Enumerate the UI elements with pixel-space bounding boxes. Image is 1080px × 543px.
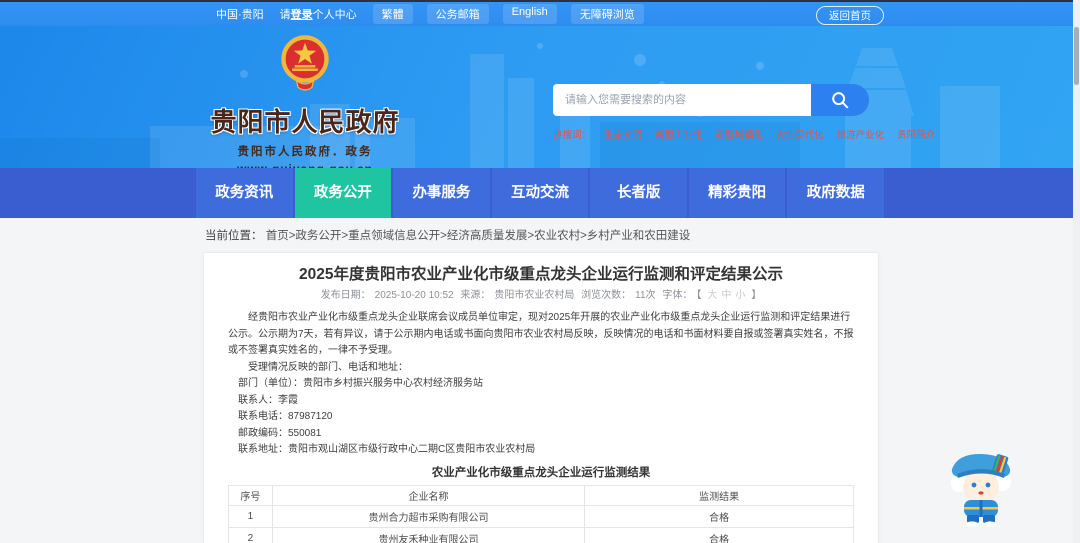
- font-size-open: 【: [696, 290, 702, 301]
- hot-search-link[interactable]: 生态文明: [604, 127, 642, 141]
- search-icon: [832, 92, 849, 109]
- search-input[interactable]: [553, 84, 811, 116]
- font-size-option[interactable]: 大: [707, 290, 717, 301]
- table-cell: 1: [228, 504, 273, 528]
- site-subtitle: 贵阳市人民政府．政务: [237, 146, 373, 158]
- hot-search-links: 生态文明 新型工业化 新型城镇化 农业现代化 旅游产业化 贵阳简介: [604, 127, 935, 141]
- search-button[interactable]: [811, 84, 869, 116]
- font-size-close: 】: [751, 290, 762, 301]
- hot-search-row: 热搜词： 生态文明 新型工业化 新型城镇化 农业现代化 旅游产业化 贵阳简介: [553, 127, 935, 141]
- top-bar-link[interactable]: 繁體: [372, 4, 413, 24]
- table-header-row: 序号 企业名称 监测结果: [228, 484, 854, 506]
- article-card: 2025年度贵阳市农业产业化市级重点龙头企业运行监测和评定结果公示 发布日期： 2…: [203, 252, 879, 543]
- article-paragraph: 联系人：李霞: [238, 394, 298, 406]
- region-link[interactable]: 中国·贵阳: [216, 6, 264, 22]
- views-value: 11次: [635, 290, 656, 301]
- article-paragraph: 经贵阳市农业产业化市级重点龙头企业联席会议成员单位审定，现对2025年开展的农业…: [228, 312, 854, 356]
- table-cell: 合格: [584, 526, 854, 543]
- nav-tab-3[interactable]: 办事服务: [393, 168, 490, 218]
- top-bar-pill-links: 繁體 公务邮箱 English 无障碍浏览: [372, 4, 644, 24]
- top-bar-link[interactable]: English: [502, 4, 557, 24]
- hot-search-link[interactable]: 旅游产业化: [837, 127, 885, 141]
- hot-search-link[interactable]: 农业现代化: [776, 127, 824, 141]
- assistant-mascot-icon[interactable]: [944, 447, 1018, 527]
- table-row: 1 贵州合力超市采购有限公司 合格: [228, 504, 854, 528]
- table-cell: 贵州合力超市采购有限公司: [271, 504, 586, 528]
- cityscape-decoration: [0, 43, 1000, 168]
- scrollbar-thumb[interactable]: [1074, 27, 1079, 85]
- article-paragraph: 联系地址：贵阳市观山湖区市级行政中心二期C区贵阳市农业农村局: [238, 444, 536, 455]
- article-paragraph: 受理情况反映的部门、电话和地址：: [248, 361, 408, 373]
- table-header-cell: 企业名称: [271, 484, 586, 506]
- table-header-cell: 序号: [228, 484, 273, 506]
- article-title: 2025年度贵阳市农业产业化市级重点龙头企业运行监测和评定结果公示: [299, 266, 783, 283]
- top-bar-links: 中国·贵阳 请登录个人中心 繁體 公务邮箱 English 无障碍浏览: [216, 4, 644, 24]
- top-utility-bar: 中国·贵阳 请登录个人中心 繁體 公务邮箱 English 无障碍浏览 返回首页: [0, 0, 1080, 26]
- table-cell: 2: [228, 526, 273, 543]
- top-bar-link[interactable]: 无障碍浏览: [570, 4, 644, 24]
- nav-tab-6[interactable]: 精彩贵阳: [688, 168, 786, 218]
- font-size-option[interactable]: 中: [721, 290, 731, 301]
- page-scrollbar[interactable]: [1073, 0, 1080, 543]
- breadcrumb-label: 当前位置：: [205, 230, 263, 242]
- hot-search-link[interactable]: 贵阳简介: [897, 127, 935, 141]
- article-paragraph: 部门（单位）：贵阳市乡村振兴服务中心农村经济服务站: [238, 378, 483, 389]
- font-size-links: 大中小: [705, 290, 747, 301]
- table-cell: 合格: [584, 504, 854, 528]
- nav-tab-5[interactable]: 长者版: [590, 168, 687, 218]
- back-home-button[interactable]: 返回首页: [816, 6, 884, 25]
- hot-search-link[interactable]: 新型城镇化: [716, 127, 764, 141]
- source-value: 贵阳市农业农村局: [494, 290, 575, 301]
- monitoring-result-table: 序号企业名称监测结果 1贵州合力超市采购有限公司合格2贵州友禾种业有限公司合格3…: [228, 484, 854, 543]
- font-size-option[interactable]: 小: [735, 290, 745, 301]
- table-row: 2 贵州友禾种业有限公司 合格: [228, 526, 854, 543]
- table-cell: 贵州友禾种业有限公司: [271, 526, 586, 543]
- article-meta: 发布日期： 2025-10-20 10:52 来源： 贵阳市农业农村局 浏览次数： 1…: [228, 290, 854, 302]
- top-bar-link[interactable]: 公务邮箱: [426, 4, 489, 24]
- site-logo-block[interactable]: 贵阳市人民政府 贵阳市人民政府．政务 www.guiyang.gov.cn: [210, 34, 400, 168]
- article-body: 经贵阳市农业产业化市级重点龙头企业联席会议成员单位审定，现对2025年开展的农业…: [228, 310, 854, 459]
- nav-tab-4[interactable]: 互动交流: [491, 168, 589, 218]
- breadcrumb: 当前位置： 首页>政务公开>重点领域信息公开>经济高质量发展>农业农村>乡村产业…: [205, 227, 690, 243]
- hot-search-label: 热搜词：: [553, 130, 592, 141]
- breadcrumb-path[interactable]: 首页>政务公开>重点领域信息公开>经济高质量发展>农业农村>乡村产业和农田建设: [266, 230, 691, 242]
- article-paragraph: 联系电话：87987120: [238, 411, 333, 422]
- source-label: 来源：: [460, 290, 491, 301]
- table-header-cell: 监测结果: [584, 484, 854, 506]
- publish-date-value: 2025-10-20 10:52: [374, 290, 454, 301]
- nav-tab-2[interactable]: 政务公开: [294, 168, 392, 218]
- site-title: 贵阳市人民政府: [210, 107, 400, 137]
- views-label: 浏览次数：: [581, 290, 632, 301]
- result-table-title: 农业产业化市级重点龙头企业运行监测结果: [431, 466, 651, 479]
- nav-tab-1[interactable]: 政务资讯: [196, 168, 293, 218]
- article-paragraph: 邮政编码：550081: [238, 427, 322, 439]
- hot-search-link[interactable]: 新型工业化: [655, 127, 703, 141]
- site-banner: 贵阳市人民政府 贵阳市人民政府．政务 www.guiyang.gov.cn 热搜…: [0, 26, 1080, 168]
- search-bar: [553, 84, 869, 116]
- font-size-label: 字体：: [662, 290, 693, 301]
- nav-tab-7[interactable]: 政府数据: [787, 168, 885, 218]
- main-navigation: 政务资讯 政务公开 办事服务 互动交流 长者版 精彩贵阳 政府数据: [0, 168, 1080, 218]
- login-link[interactable]: 请登录个人中心: [280, 6, 357, 22]
- national-emblem-icon: [281, 35, 329, 91]
- publish-date-label: 发布日期：: [320, 290, 371, 301]
